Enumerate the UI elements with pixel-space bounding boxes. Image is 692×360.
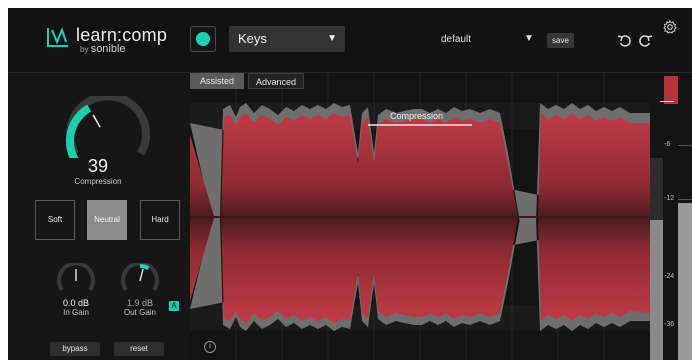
meter-tick-line [678, 199, 692, 200]
out-gain-value: 1.9 dB [126, 298, 154, 308]
mode-soft-button[interactable]: Soft [35, 200, 75, 240]
tab-advanced[interactable]: Advanced [248, 73, 304, 89]
level-meter: -6 -12 -24 -36 [650, 73, 692, 360]
waveform-display[interactable]: Assisted Advanced Compression i [190, 73, 650, 360]
plugin-window: learn:comp by sonible Keys ▼ default ▼ s… [8, 8, 692, 360]
brand-by: by [80, 45, 89, 54]
waveform-body [190, 113, 650, 323]
power-button[interactable] [190, 26, 216, 52]
app-name: learn:comp [76, 25, 168, 45]
learn-comp-logo-icon [47, 27, 68, 47]
meter-tick-label: -12 [664, 195, 675, 202]
tab-assisted[interactable]: Assisted [190, 73, 244, 89]
profile-dropdown[interactable]: Keys ▼ [229, 26, 345, 52]
compression-knob[interactable] [63, 96, 153, 158]
compression-label: Compression [74, 177, 122, 186]
logo: learn:comp by sonible [46, 25, 168, 55]
brand-name: sonible [90, 43, 126, 55]
preset-dropdown[interactable]: default [441, 34, 471, 45]
undo-icon[interactable] [617, 34, 633, 48]
gain-reduction-meter [664, 76, 678, 104]
output-meter-fill [650, 220, 663, 360]
brand-line: by sonible [80, 43, 167, 55]
in-gain-label: In Gain [63, 308, 89, 317]
out-gain-label: Out Gain [123, 308, 156, 317]
auto-gain-toggle[interactable]: A [169, 301, 179, 311]
out-gain-knob[interactable] [120, 263, 160, 293]
save-button[interactable]: save [547, 33, 574, 48]
redo-icon[interactable] [637, 34, 653, 48]
meter-tick-line [678, 145, 692, 146]
meter-tick-label: -6 [664, 141, 671, 148]
header-bar: learn:comp by sonible Keys ▼ default ▼ s… [8, 8, 692, 73]
meter-tick-label: -36 [664, 321, 675, 328]
in-gain-value: 0.0 dB [62, 298, 90, 308]
mode-neutral-button[interactable]: Neutral [87, 200, 127, 240]
meter-marker [660, 101, 674, 102]
gear-icon[interactable] [663, 20, 677, 34]
in-gain-knob[interactable] [56, 263, 96, 293]
control-panel: 39 Compression Soft Neutral Hard 0.0 dB … [8, 73, 190, 360]
profile-value: Keys [238, 31, 267, 46]
mode-hard-button[interactable]: Hard [140, 200, 180, 240]
meter-tick-label: -24 [664, 273, 675, 280]
compression-value: 39 [87, 156, 109, 176]
info-icon[interactable]: i [204, 341, 216, 353]
bypass-button[interactable]: bypass [50, 342, 100, 356]
preset-chevron-down-icon[interactable]: ▼ [524, 33, 534, 44]
chevron-down-icon: ▼ [327, 33, 337, 44]
reset-button[interactable]: reset [114, 342, 164, 356]
threshold-label: Compression [390, 111, 444, 121]
input-meter-fill [678, 203, 692, 360]
